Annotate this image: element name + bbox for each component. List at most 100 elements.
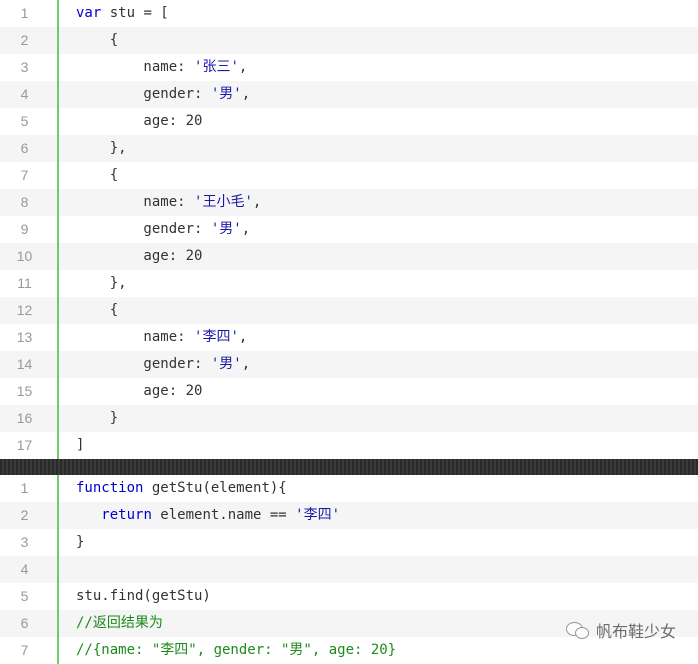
line-code: { — [59, 162, 698, 189]
line-code: gender: '男', — [59, 216, 698, 243]
code-token: ] — [76, 437, 85, 453]
line-number: 7 — [0, 637, 59, 664]
code-token: name: — [76, 59, 195, 75]
string-token: '李四' — [194, 329, 239, 345]
line-code: gender: '男', — [59, 81, 698, 108]
string-token: '张三' — [194, 59, 239, 75]
line-code: stu.find(getStu) — [59, 583, 698, 610]
code-token: gender: — [76, 356, 211, 372]
code-line: 8 name: '王小毛', — [0, 189, 698, 216]
line-number: 12 — [0, 297, 59, 324]
code-token: element.name == — [151, 507, 296, 523]
line-number: 9 — [0, 216, 59, 243]
code-line: 1 function getStu(element){ — [0, 475, 698, 502]
string-token: '男' — [210, 221, 242, 237]
code-token: { — [76, 167, 119, 183]
line-number: 1 — [0, 475, 59, 502]
wechat-icon — [565, 620, 590, 640]
code-token: name: — [76, 194, 195, 210]
keyword-token: function — [76, 480, 144, 496]
code-line: 7 { — [0, 162, 698, 189]
code-token: , — [238, 329, 248, 345]
code-token: name: — [76, 329, 195, 345]
line-code: } — [59, 405, 698, 432]
line-number: 14 — [0, 351, 59, 378]
string-token: '李四' — [295, 507, 341, 523]
code-token: gender: — [76, 221, 211, 237]
code-token: , — [238, 59, 248, 75]
line-code: { — [59, 27, 698, 54]
line-code: age: 20 — [59, 243, 698, 270]
watermark-text: 帆布鞋少女 — [595, 624, 676, 641]
line-code: return element.name == '李四' — [59, 502, 698, 529]
line-number: 11 — [0, 270, 59, 297]
string-token: '男' — [210, 86, 242, 102]
string-token: '男' — [210, 356, 242, 372]
line-number: 3 — [0, 54, 59, 81]
code-token: , — [241, 356, 251, 372]
code-token: }, — [76, 275, 127, 291]
line-code: } — [59, 529, 698, 556]
code-token: { — [76, 302, 119, 318]
line-code: function getStu(element){ — [59, 475, 698, 502]
code-line: 2 { — [0, 27, 698, 54]
code-block-stu-array: 1 var stu = [2 {3 name: '张三', 4 gender: '男… — [0, 0, 698, 459]
code-token: { — [76, 32, 119, 48]
code-line: 12 { — [0, 297, 698, 324]
line-code: ] — [59, 432, 698, 459]
code-token: gender: — [76, 86, 211, 102]
line-code: { — [59, 297, 698, 324]
code-line: 5 stu.find(getStu) — [0, 583, 698, 610]
line-number: 15 — [0, 378, 59, 405]
code-line: 1 var stu = [ — [0, 0, 698, 27]
keyword-token: var — [76, 5, 102, 21]
line-number: 2 — [0, 27, 59, 54]
line-number: 4 — [0, 556, 59, 583]
line-code: }, — [59, 270, 698, 297]
code-token: stu = [ — [101, 5, 169, 21]
line-number: 8 — [0, 189, 59, 216]
code-token: } — [76, 534, 85, 550]
code-line: 10 age: 20 — [0, 243, 698, 270]
code-token: , — [241, 86, 251, 102]
line-code: name: '王小毛', — [59, 189, 698, 216]
code-token: }, — [76, 140, 127, 156]
line-number: 2 — [0, 502, 59, 529]
block-divider — [0, 459, 698, 475]
line-number: 5 — [0, 583, 59, 610]
line-number: 4 — [0, 81, 59, 108]
comment-token: //返回结果为 — [76, 615, 163, 631]
line-number: 6 — [0, 135, 59, 162]
line-code: var stu = [ — [59, 0, 698, 27]
code-token: } — [76, 410, 119, 426]
comment-token: //{name: "李四", gender: "男", age: 20} — [76, 642, 397, 658]
line-number: 7 — [0, 162, 59, 189]
code-line: 6 }, — [0, 135, 698, 162]
code-token: stu.find(getStu) — [76, 588, 211, 604]
code-line: 11 }, — [0, 270, 698, 297]
code-line: 3 name: '张三', — [0, 54, 698, 81]
line-code: age: 20 — [59, 378, 698, 405]
line-number: 5 — [0, 108, 59, 135]
line-number: 3 — [0, 529, 59, 556]
code-line: 3} — [0, 529, 698, 556]
code-line: 14 gender: '男', — [0, 351, 698, 378]
keyword-token: return — [101, 507, 152, 523]
code-token: age: 20 — [76, 113, 203, 129]
line-number: 17 — [0, 432, 59, 459]
line-number: 1 — [0, 0, 59, 27]
code-line: 9 gender: '男', — [0, 216, 698, 243]
line-code: age: 20 — [59, 108, 698, 135]
code-token: age: 20 — [76, 383, 203, 399]
code-token: getStu(element){ — [143, 480, 287, 496]
code-line: 2 return element.name == '李四' — [0, 502, 698, 529]
line-number: 16 — [0, 405, 59, 432]
line-code: name: '张三', — [59, 54, 698, 81]
code-token: , — [252, 194, 262, 210]
line-code: }, — [59, 135, 698, 162]
line-code: name: '李四', — [59, 324, 698, 351]
watermark: 帆布鞋少女 — [565, 618, 676, 642]
code-line: 4 — [0, 556, 698, 583]
string-token: '王小毛' — [194, 194, 253, 210]
